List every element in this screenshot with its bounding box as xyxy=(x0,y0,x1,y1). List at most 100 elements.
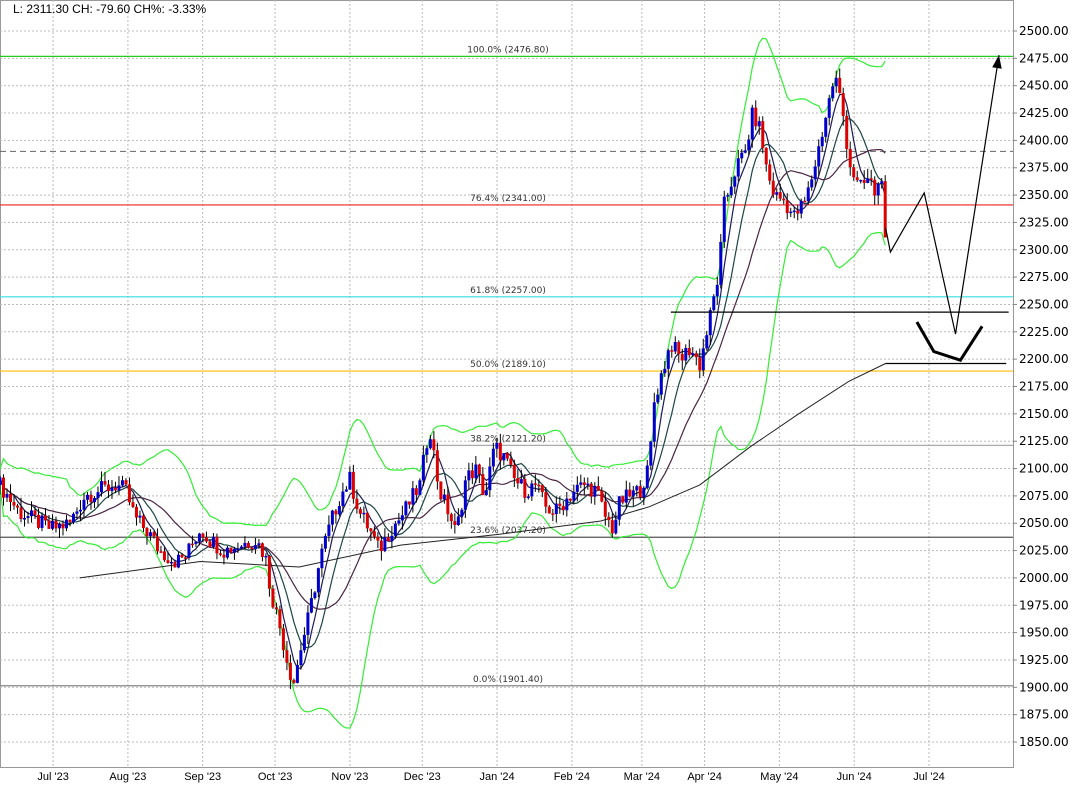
candle-body xyxy=(432,439,436,451)
candle-body xyxy=(75,511,79,514)
candle-body xyxy=(453,521,457,526)
candle-body xyxy=(603,501,607,517)
candle-body xyxy=(624,489,628,503)
candle-body xyxy=(29,510,33,517)
candle-body xyxy=(589,483,593,497)
candle-body xyxy=(607,516,611,521)
y-tick-label: 2125.00 xyxy=(1019,434,1069,448)
candle-body xyxy=(110,487,114,492)
y-tick-label: 2425.00 xyxy=(1019,106,1069,120)
candle-body xyxy=(159,551,163,553)
candle-body xyxy=(575,484,579,492)
candle-body xyxy=(750,107,754,140)
candle-body xyxy=(449,514,453,522)
candle-body xyxy=(40,515,44,528)
candle-body xyxy=(715,284,719,297)
candle-body xyxy=(694,353,698,358)
candle-body xyxy=(502,453,506,461)
candle-body xyxy=(873,179,877,196)
candle-body xyxy=(92,498,96,503)
candle-body xyxy=(267,555,271,589)
candle-body xyxy=(26,516,30,518)
candle-body xyxy=(817,146,821,167)
candle-body xyxy=(299,650,303,666)
candle-body xyxy=(316,568,320,593)
candle-body xyxy=(362,512,366,515)
candle-body xyxy=(68,519,72,523)
price-chart[interactable]: 2500.00 2475.00 2450.00 2425.00 2400.00 2375.… xyxy=(0,0,1073,791)
candle-body xyxy=(519,479,523,484)
candle-body xyxy=(645,465,649,488)
y-tick-label: 2300.00 xyxy=(1019,243,1069,257)
candle-body xyxy=(799,200,803,214)
candle-body xyxy=(859,179,863,182)
candle-body xyxy=(719,241,723,285)
candle-body xyxy=(677,342,681,355)
candle-body xyxy=(764,147,768,165)
candle-body xyxy=(848,148,852,168)
candle-body xyxy=(103,481,107,485)
y-tick-label: 2475.00 xyxy=(1019,51,1069,65)
fib-level-label: 50.0% (2189.10) xyxy=(470,360,546,370)
y-tick-label: 1925.00 xyxy=(1019,653,1069,667)
candle-body xyxy=(145,528,149,537)
y-tick-label: 2025.00 xyxy=(1019,544,1069,558)
candle xyxy=(722,190,726,249)
candle-body xyxy=(785,200,789,214)
candle-body xyxy=(309,598,313,613)
candle-body xyxy=(194,541,198,544)
candle-body xyxy=(659,373,663,395)
candle xyxy=(229,547,233,554)
candle-body xyxy=(862,179,866,183)
candle-body xyxy=(169,561,173,564)
candle-body xyxy=(579,482,583,485)
candle-body xyxy=(666,350,670,369)
candle-body xyxy=(407,501,411,505)
candle-body xyxy=(411,488,415,505)
candle-body xyxy=(691,353,695,356)
fib-level-label: 0.0% (1901.40) xyxy=(473,675,543,685)
candle-body xyxy=(782,198,786,201)
candle-body xyxy=(561,505,565,511)
candle-body xyxy=(463,480,467,510)
candle-body xyxy=(470,470,474,479)
y-tick-label: 1975.00 xyxy=(1019,598,1069,612)
y-tick-label: 2000.00 xyxy=(1019,571,1069,585)
candle-body xyxy=(313,592,317,599)
candle-body xyxy=(8,493,12,503)
candle-body xyxy=(827,98,831,118)
candle-body xyxy=(0,477,2,485)
x-tick-label: May '24 xyxy=(760,771,798,783)
candle-body xyxy=(491,448,495,467)
candle-body xyxy=(428,439,432,449)
candle-body xyxy=(292,679,296,683)
candle-body xyxy=(439,481,443,500)
y-tick-label: 2150.00 xyxy=(1019,407,1069,421)
candle-body xyxy=(544,492,548,507)
plot-area xyxy=(0,0,1014,768)
candle-body xyxy=(22,517,26,520)
candle-body xyxy=(638,486,642,498)
candle-body xyxy=(652,402,656,442)
candle-body xyxy=(834,77,838,87)
candle-body xyxy=(369,528,373,532)
candle-body xyxy=(124,480,128,485)
candle-body xyxy=(687,348,691,356)
candle-body xyxy=(796,210,800,214)
candle-body xyxy=(813,166,817,180)
candle-body xyxy=(201,533,205,538)
candle-body xyxy=(838,77,842,94)
x-tick-label: Jul '23 xyxy=(37,771,68,783)
y-tick-label: 2450.00 xyxy=(1019,79,1069,93)
candle-body xyxy=(344,489,348,492)
candle-body xyxy=(778,192,782,199)
candle-body xyxy=(96,492,100,499)
candle-body xyxy=(523,479,527,498)
candle-body xyxy=(386,537,390,542)
y-tick-label: 2200.00 xyxy=(1019,352,1069,366)
candle-body xyxy=(516,478,520,484)
candle xyxy=(719,234,723,289)
candle-body xyxy=(180,554,184,558)
candle-body xyxy=(708,310,712,336)
candle-body xyxy=(789,211,793,214)
